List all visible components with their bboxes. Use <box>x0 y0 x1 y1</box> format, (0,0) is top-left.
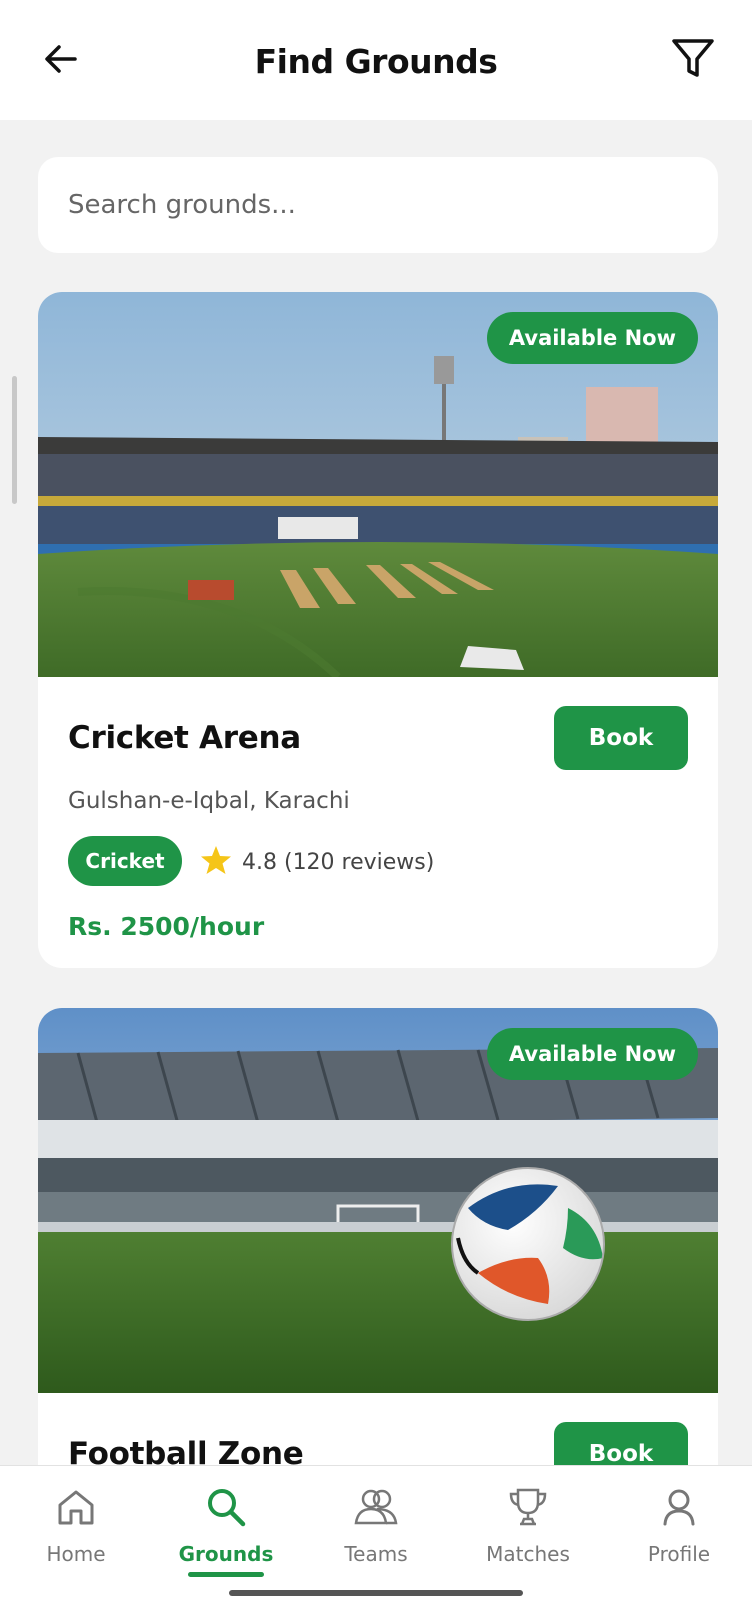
nav-item-teams[interactable]: Teams <box>311 1484 441 1584</box>
ground-location: Gulshan-e-Iqbal, Karachi <box>68 788 350 814</box>
app-header: Find Grounds <box>0 0 752 120</box>
ground-image: Available Now <box>38 292 718 677</box>
price-text: Rs. 2500/hour <box>68 912 265 941</box>
ground-name: Cricket Arena <box>68 720 301 756</box>
nav-item-matches[interactable]: Matches <box>463 1484 593 1584</box>
search-icon <box>208 1489 246 1527</box>
nav-label: Home <box>46 1542 106 1566</box>
filter-icon <box>672 39 714 77</box>
nav-item-home[interactable]: Home <box>11 1484 141 1584</box>
availability-badge: Available Now <box>486 312 698 364</box>
nav-label: Teams <box>344 1542 408 1566</box>
nav-label: Matches <box>486 1542 570 1566</box>
ground-image: Available Now <box>38 1008 718 1393</box>
star-icon <box>201 846 231 874</box>
nav-item-grounds[interactable]: Grounds <box>161 1484 291 1584</box>
ground-card[interactable]: Available Now Football Zone Book <box>38 1008 718 1508</box>
sport-tag: Cricket <box>68 836 182 886</box>
availability-badge: Available Now <box>486 1028 698 1080</box>
book-button[interactable]: Book <box>554 706 688 770</box>
person-icon <box>663 1489 695 1526</box>
home-indicator[interactable] <box>229 1590 523 1596</box>
search-input[interactable] <box>38 157 718 253</box>
nav-label: Profile <box>647 1542 711 1566</box>
home-icon <box>58 1490 94 1525</box>
nav-label: Grounds <box>178 1542 274 1566</box>
people-icon <box>354 1489 398 1525</box>
rating-text: 4.8 (120 reviews) <box>242 850 435 875</box>
trophy-icon <box>509 1488 547 1526</box>
nav-item-profile[interactable]: Profile <box>614 1484 744 1584</box>
scroll-indicator[interactable] <box>12 376 17 504</box>
page-title: Find Grounds <box>254 42 498 81</box>
filter-button[interactable] <box>668 34 718 84</box>
bottom-nav: Home Grounds Teams Matches Profile <box>0 1465 752 1600</box>
ground-card[interactable]: Available Now Cricket Arena Book Gulshan… <box>38 292 718 968</box>
active-tab-indicator <box>188 1572 264 1577</box>
